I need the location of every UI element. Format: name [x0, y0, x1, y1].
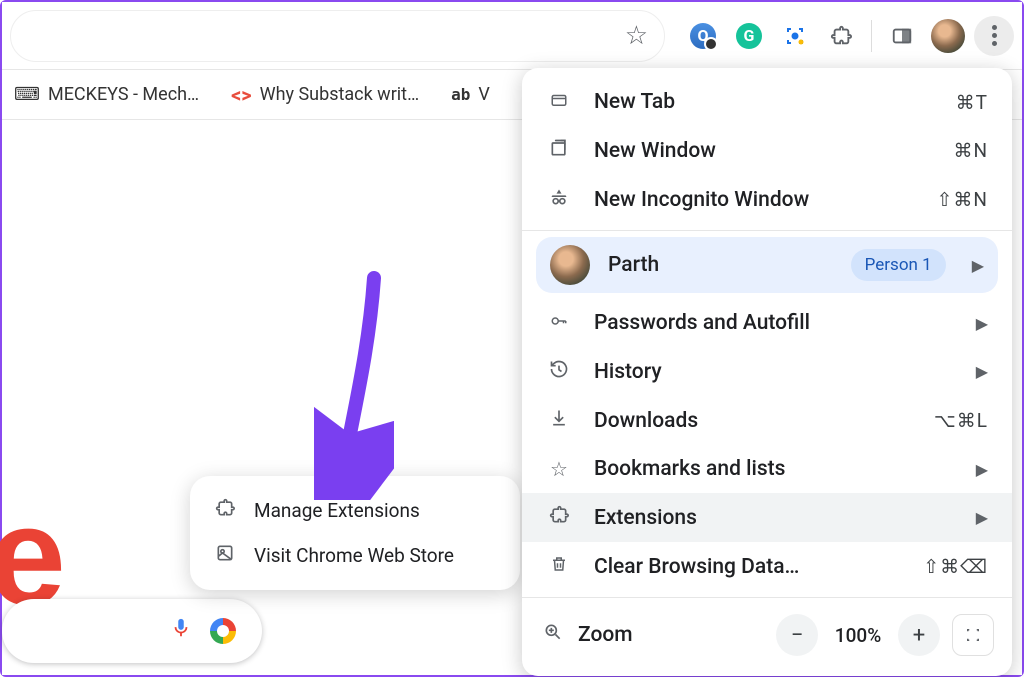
toolbar-divider [871, 20, 872, 52]
extension-grammarly-icon[interactable]: G [729, 16, 769, 56]
address-bar[interactable]: ☆ [10, 10, 665, 62]
chevron-right-icon: ▶ [976, 314, 988, 333]
bookmark-star-icon[interactable]: ☆ [625, 21, 648, 51]
submenu-label: Manage Extensions [254, 499, 420, 522]
menu-label: History [594, 360, 954, 384]
puzzle-icon [546, 505, 572, 530]
side-panel-icon[interactable] [882, 16, 922, 56]
bookmark-label: Why Substack writ… [260, 84, 420, 105]
menu-shortcut: ⇧⌘N [937, 188, 988, 211]
menu-downloads[interactable]: Downloads ⌥⌘L [522, 396, 1012, 445]
menu-passwords[interactable]: Passwords and Autofill ▶ [522, 299, 1012, 347]
bookmark-favicon: ab [451, 85, 470, 104]
menu-divider [522, 230, 1012, 231]
menu-clear-data[interactable]: Clear Browsing Data… ⇧⌘⌫ [522, 542, 1012, 591]
menu-label: Extensions [594, 506, 954, 530]
menu-label: Downloads [594, 409, 912, 433]
voice-search-icon[interactable] [170, 614, 192, 649]
profile-badge: Person 1 [851, 249, 946, 281]
menu-shortcut: ⇧⌘⌫ [923, 555, 988, 578]
zoom-icon [540, 622, 566, 648]
extensions-submenu: Manage Extensions Visit Chrome Web Store [190, 476, 520, 590]
bookmark-item[interactable]: <> Why Substack writ… [231, 83, 419, 107]
bookmark-label: MECKEYS - Mech… [48, 84, 199, 105]
google-logo-partial: e [0, 500, 66, 612]
visit-web-store-item[interactable]: Visit Chrome Web Store [190, 533, 520, 578]
extension-lens-icon[interactable] [775, 16, 815, 56]
key-icon [546, 311, 572, 335]
menu-divider [522, 597, 1012, 598]
menu-new-tab[interactable]: New Tab ⌘T [522, 78, 1012, 126]
menu-label: Clear Browsing Data… [594, 555, 901, 579]
image-search-icon[interactable] [210, 618, 236, 644]
chrome-menu: New Tab ⌘T New Window ⌘N New Incognito W… [522, 68, 1012, 676]
bookmark-favicon: <> [231, 83, 252, 107]
chevron-right-icon: ▶ [976, 362, 988, 381]
profile-name: Parth [608, 253, 833, 277]
menu-label: New Tab [594, 90, 934, 114]
menu-bookmarks[interactable]: ☆ Bookmarks and lists ▶ [522, 445, 1012, 493]
chrome-menu-button[interactable] [974, 16, 1014, 56]
profile-avatar-icon[interactable] [928, 16, 968, 56]
menu-incognito[interactable]: New Incognito Window ⇧⌘N [522, 175, 1012, 224]
menu-label: New Window [594, 139, 931, 163]
toolbar: ☆ Q G [2, 2, 1022, 70]
web-store-icon [214, 543, 236, 568]
bookmark-label: V [478, 84, 489, 105]
menu-shortcut: ⌘N [953, 139, 988, 162]
fullscreen-button[interactable] [952, 614, 994, 656]
bookmark-item[interactable]: ⌨ MECKEYS - Mech… [14, 84, 199, 105]
menu-profile-row[interactable]: Parth Person 1 ▶ [536, 237, 998, 293]
menu-history[interactable]: History ▶ [522, 347, 1012, 396]
menu-zoom-row: Zoom − 100% + [522, 604, 1012, 666]
menu-extensions[interactable]: Extensions ▶ [522, 493, 1012, 542]
menu-label: New Incognito Window [594, 188, 915, 212]
zoom-in-button[interactable]: + [898, 614, 940, 656]
star-icon: ☆ [546, 457, 572, 481]
history-icon [546, 359, 572, 384]
menu-label: Passwords and Autofill [594, 311, 954, 335]
bookmark-favicon: ⌨ [14, 84, 40, 105]
download-icon [546, 408, 572, 433]
zoom-value: 100% [830, 624, 886, 647]
menu-shortcut: ⌘T [956, 91, 988, 114]
profile-avatar-icon [550, 245, 590, 285]
chevron-right-icon: ▶ [972, 256, 984, 275]
tab-icon [546, 90, 572, 114]
incognito-icon [546, 187, 572, 212]
menu-new-window[interactable]: New Window ⌘N [522, 126, 1012, 175]
extension-quillbot-icon[interactable]: Q [683, 16, 723, 56]
chevron-right-icon: ▶ [976, 460, 988, 479]
chevron-right-icon: ▶ [976, 508, 988, 527]
menu-label: Bookmarks and lists [594, 457, 954, 481]
manage-extensions-item[interactable]: Manage Extensions [190, 488, 520, 533]
menu-shortcut: ⌥⌘L [934, 409, 988, 432]
menu-label: Zoom [578, 623, 764, 647]
new-window-icon [546, 138, 572, 163]
trash-icon [546, 554, 572, 579]
puzzle-icon [214, 498, 236, 523]
extensions-puzzle-icon[interactable] [821, 16, 861, 56]
bookmark-item[interactable]: ab V [451, 84, 490, 105]
submenu-label: Visit Chrome Web Store [254, 544, 454, 567]
google-search-box[interactable] [2, 599, 262, 663]
zoom-out-button[interactable]: − [776, 614, 818, 656]
